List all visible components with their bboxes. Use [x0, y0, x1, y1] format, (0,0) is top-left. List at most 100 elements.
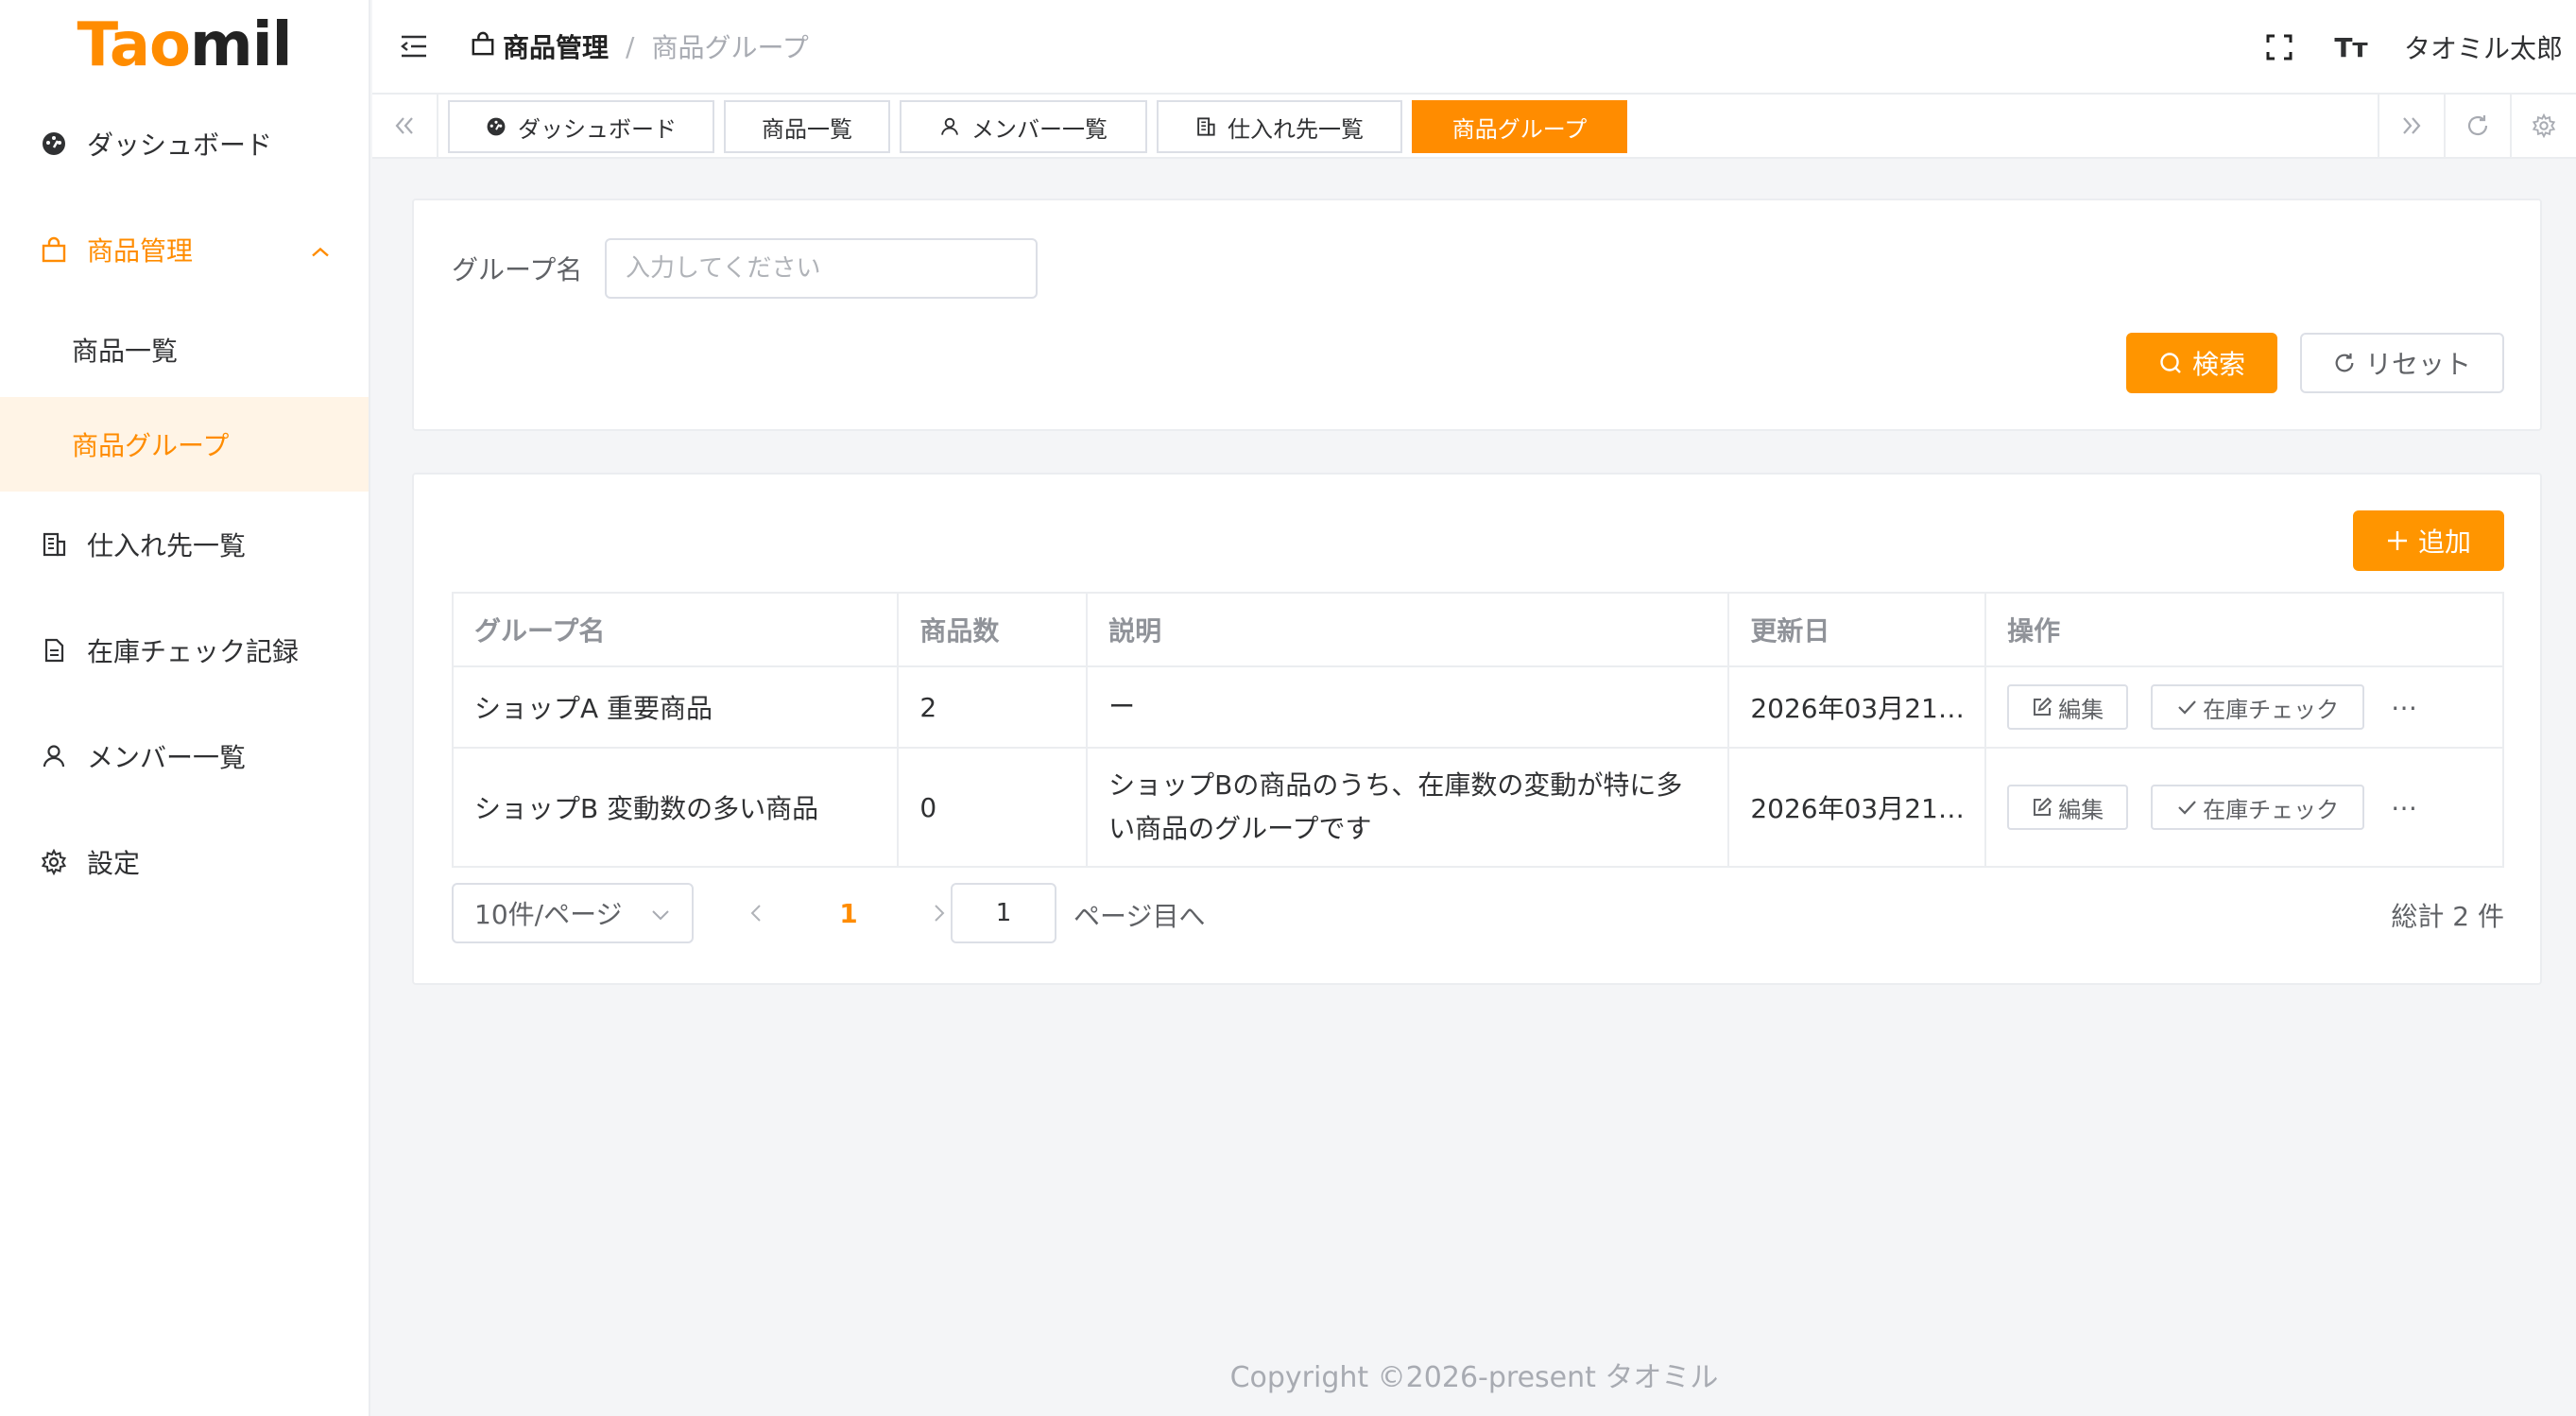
column-header: 商品数	[897, 592, 1089, 667]
sidebar-item-label: 設定	[87, 848, 141, 879]
sidebar-subitem-label: 商品一覧	[72, 336, 179, 367]
product-group-table: グループ名 商品数 説明 更新日 操作 ショップA 重要商品 2 ー 2026年…	[451, 592, 2504, 868]
tabs-bar: ダッシュボード 商品一覧 メンバー一覧 仕入れ先一覧 商品グループ	[372, 95, 2576, 159]
cell-updated: 2026年03月21…	[1727, 747, 1987, 868]
font-size-icon[interactable]: Tт	[2332, 28, 2370, 66]
gear-icon	[40, 848, 68, 876]
tab-dashboard[interactable]: ダッシュボード	[448, 100, 714, 153]
page-jump-label: ページ目へ	[1073, 901, 1206, 932]
plus-icon	[2386, 529, 2409, 552]
page-size-value: 10件/ページ	[474, 899, 623, 930]
table-card: 追加 グループ名 商品数 説明 更新日 操作 ショップA 重要商品 2 ー 20…	[412, 473, 2542, 985]
page-size-select[interactable]: 10件/ページ	[452, 883, 694, 943]
column-header: 操作	[1984, 592, 2504, 667]
group-name-input[interactable]	[605, 238, 1038, 299]
search-button-label: 検索	[2191, 349, 2245, 380]
tab-product-group[interactable]: 商品グループ	[1412, 100, 1627, 153]
reset-icon	[2333, 352, 2356, 374]
cell-group-name: ショップA 重要商品	[451, 665, 900, 749]
sidebar-item-product-group[interactable]: 商品グループ	[0, 397, 369, 492]
tab-label: 商品一覧	[762, 115, 852, 143]
cell-updated: 2026年03月21…	[1727, 665, 1987, 749]
edit-button[interactable]: 編集	[2007, 684, 2129, 730]
page-jump-input[interactable]	[951, 883, 1056, 943]
prev-page-icon[interactable]	[737, 883, 775, 943]
dashboard-icon	[486, 116, 507, 137]
logo[interactable]: Tao mil	[0, 0, 369, 91]
edit-button-label: 編集	[2058, 696, 2104, 723]
tab-settings-icon[interactable]	[2510, 95, 2576, 157]
check-icon	[2176, 697, 2197, 717]
cell-product-count: 2	[897, 665, 1089, 749]
sidebar-item-product-management[interactable]: 商品管理	[0, 197, 369, 302]
edit-button-label: 編集	[2058, 796, 2104, 823]
user-name[interactable]: タオミル太郎	[2404, 28, 2563, 66]
footer-copyright: Copyright ©2026-present タオミル	[1229, 1361, 1719, 1394]
stock-check-button[interactable]: 在庫チェック	[2151, 684, 2365, 730]
sidebar-item-label: ダッシュボード	[87, 130, 273, 161]
breadcrumb-item[interactable]: 商品管理	[503, 27, 609, 65]
column-header: 更新日	[1727, 592, 1987, 667]
add-button-label: 追加	[2417, 527, 2471, 558]
pagination: 10件/ページ 1 ページ目へ 総計 2 件	[452, 883, 2504, 943]
sidebar-item-stock-check-records[interactable]: 在庫チェック記録	[0, 597, 369, 703]
bag-icon	[40, 235, 68, 264]
sidebar-item-label: 仕入れ先一覧	[87, 530, 247, 561]
building-icon	[1195, 116, 1216, 137]
logo-text-primary: Tao	[77, 10, 191, 80]
edit-icon	[2032, 797, 2052, 818]
cell-product-count: 0	[897, 747, 1089, 868]
sidebar-item-dashboard[interactable]: ダッシュボード	[0, 91, 369, 197]
user-icon	[939, 116, 960, 137]
tab-product-list[interactable]: 商品一覧	[724, 100, 890, 153]
header-actions: Tт タオミル太郎	[2260, 0, 2563, 95]
more-actions-icon[interactable]: ⋯	[2391, 792, 2419, 823]
description-text: い商品のグループです	[1108, 813, 1372, 844]
logo-text-secondary: mil	[190, 10, 293, 80]
sidebar-item-settings[interactable]: 設定	[0, 809, 369, 915]
table-header-row: グループ名 商品数 説明 更新日 操作	[451, 592, 2504, 667]
sidebar-subitem-label: 商品グループ	[72, 430, 230, 461]
description-text: ー	[1108, 691, 1136, 722]
sidebar-item-label: 商品管理	[87, 235, 194, 267]
reset-button[interactable]: リセット	[2300, 333, 2504, 393]
search-button[interactable]: 検索	[2126, 333, 2277, 393]
cell-description: ー	[1086, 665, 1730, 749]
column-header: グループ名	[451, 592, 900, 667]
dashboard-icon	[40, 130, 68, 158]
page-number-current[interactable]: 1	[830, 883, 867, 943]
document-icon	[40, 636, 68, 665]
breadcrumb-item-current: 商品グループ	[651, 32, 809, 63]
building-icon	[40, 530, 68, 559]
fullscreen-icon[interactable]	[2260, 28, 2298, 66]
group-name-label: グループ名	[452, 254, 583, 285]
add-button[interactable]: 追加	[2353, 510, 2504, 571]
table-row: ショップA 重要商品 2 ー 2026年03月21… 編集 在庫チェック ⋯	[451, 665, 2504, 749]
reset-button-label: リセット	[2364, 349, 2471, 380]
cell-description: ショップBの商品のうち、在庫数の変動が特に多 い商品のグループです	[1086, 747, 1730, 868]
sidebar-item-suppliers[interactable]: 仕入れ先一覧	[0, 492, 369, 597]
sidebar-item-product-list[interactable]: 商品一覧	[0, 302, 369, 397]
user-icon	[40, 742, 68, 770]
tabs-scroll-left-icon[interactable]	[372, 95, 438, 157]
stock-check-button[interactable]: 在庫チェック	[2151, 785, 2365, 830]
stock-check-button-label: 在庫チェック	[2203, 696, 2340, 723]
refresh-icon[interactable]	[2444, 95, 2510, 157]
edit-button[interactable]: 編集	[2007, 785, 2129, 830]
cell-actions: 編集 在庫チェック ⋯	[1984, 747, 2504, 868]
stock-check-button-label: 在庫チェック	[2203, 796, 2340, 823]
description-text: ショップBの商品のうち、在庫数の変動が特に多	[1108, 769, 1683, 801]
more-actions-icon[interactable]: ⋯	[2391, 692, 2419, 723]
tab-label: メンバー一覧	[971, 115, 1108, 143]
tab-members[interactable]: メンバー一覧	[900, 100, 1147, 153]
tab-suppliers[interactable]: 仕入れ先一覧	[1157, 100, 1402, 153]
top-header: 商品管理 / 商品グループ Tт タオミル太郎	[372, 0, 2576, 95]
cell-group-name: ショップB 変動数の多い商品	[451, 747, 900, 868]
tab-label: 仕入れ先一覧	[1228, 115, 1364, 143]
bag-icon	[471, 30, 495, 63]
sidebar-item-members[interactable]: メンバー一覧	[0, 703, 369, 809]
sidebar: Tao mil ダッシュボード 商品管理 商品一覧 商品グループ 仕入れ先一覧 在…	[0, 0, 370, 1416]
table-row: ショップB 変動数の多い商品 0 ショップBの商品のうち、在庫数の変動が特に多 …	[451, 747, 2504, 868]
tabs-scroll-right-icon[interactable]	[2378, 95, 2444, 157]
collapse-sidebar-icon[interactable]	[395, 27, 433, 65]
